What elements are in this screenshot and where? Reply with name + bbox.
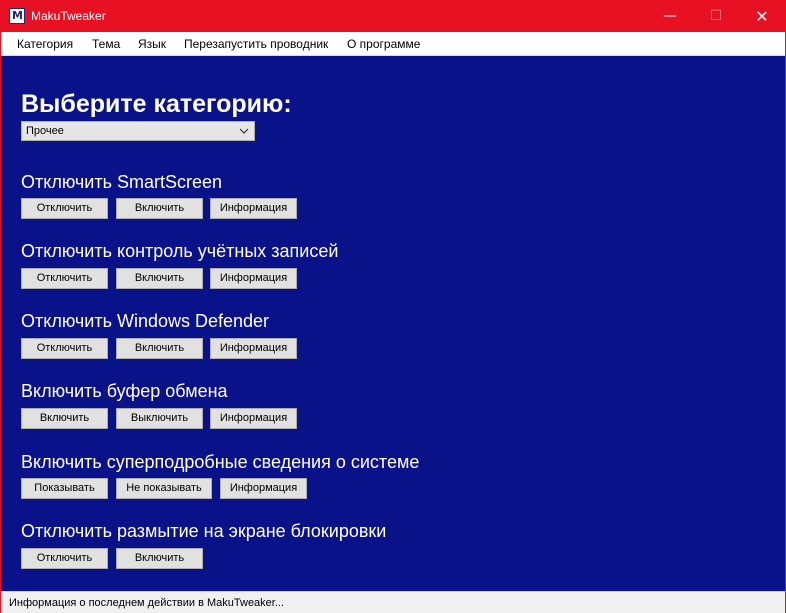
uac-disable-button[interactable]: Отключить bbox=[21, 268, 108, 289]
verbose-info-button[interactable]: Информация bbox=[220, 478, 307, 499]
smartscreen-disable-button[interactable]: Отключить bbox=[21, 198, 108, 219]
category-select-value: Прочее bbox=[26, 125, 64, 137]
menu-restart-explorer[interactable]: Перезапустить проводник bbox=[184, 37, 328, 51]
section-title-defender: Отключить Windows Defender bbox=[21, 311, 270, 331]
app-icon: M bbox=[9, 8, 25, 24]
chevron-down-icon bbox=[239, 128, 249, 134]
uac-enable-button[interactable]: Включить bbox=[116, 268, 203, 289]
status-text: Информация о последнем действии в MakuTw… bbox=[9, 597, 285, 609]
section-title-verbose-status: Включить суперподробные сведения о систе… bbox=[21, 452, 420, 472]
main-content: Выберите категорию: Прочее Отключить Sma… bbox=[1, 56, 785, 591]
menu-language[interactable]: Язык bbox=[138, 37, 166, 51]
lockscreen-blur-enable-button[interactable]: Включить bbox=[116, 548, 203, 569]
menu-about[interactable]: О программе bbox=[347, 37, 420, 51]
section-title-uac: Отключить контроль учётных записей bbox=[21, 241, 339, 261]
clipboard-disable-button[interactable]: Выключить bbox=[116, 408, 203, 429]
lockscreen-blur-disable-button[interactable]: Отключить bbox=[21, 548, 108, 569]
defender-disable-button[interactable]: Отключить bbox=[21, 338, 108, 359]
app-icon-letter: M bbox=[12, 9, 23, 22]
menu-category[interactable]: Категория bbox=[17, 37, 73, 51]
defender-enable-button[interactable]: Включить bbox=[116, 338, 203, 359]
window-title: MakuTweaker bbox=[31, 9, 106, 23]
uac-info-button[interactable]: Информация bbox=[210, 268, 297, 289]
menu-theme[interactable]: Тема bbox=[92, 37, 120, 51]
section-title-smartscreen: Отключить SmartScreen bbox=[21, 172, 223, 192]
section-title-clipboard: Включить буфер обмена bbox=[21, 381, 228, 401]
smartscreen-info-button[interactable]: Информация bbox=[210, 198, 297, 219]
category-select[interactable]: Прочее bbox=[21, 121, 255, 141]
title-bar[interactable]: M MakuTweaker — ☐ ✕ bbox=[1, 1, 785, 32]
page-title: Выберите категорию: bbox=[21, 90, 292, 118]
status-bar: Информация о последнем действии в MakuTw… bbox=[1, 591, 785, 613]
app-window: M MakuTweaker — ☐ ✕ Категория Тема Язык … bbox=[0, 0, 786, 613]
minimize-button[interactable]: — bbox=[647, 1, 693, 32]
section-title-lockscreen-blur: Отключить размытие на экране блокировки bbox=[21, 521, 387, 541]
smartscreen-enable-button[interactable]: Включить bbox=[116, 198, 203, 219]
close-button[interactable]: ✕ bbox=[739, 1, 785, 32]
verbose-show-button[interactable]: Показывать bbox=[21, 478, 108, 499]
defender-info-button[interactable]: Информация bbox=[210, 338, 297, 359]
clipboard-info-button[interactable]: Информация bbox=[210, 408, 297, 429]
verbose-hide-button[interactable]: Не показывать bbox=[116, 478, 212, 499]
clipboard-enable-button[interactable]: Включить bbox=[21, 408, 108, 429]
maximize-button[interactable]: ☐ bbox=[693, 1, 739, 32]
menu-bar: Категория Тема Язык Перезапустить провод… bbox=[1, 32, 785, 56]
